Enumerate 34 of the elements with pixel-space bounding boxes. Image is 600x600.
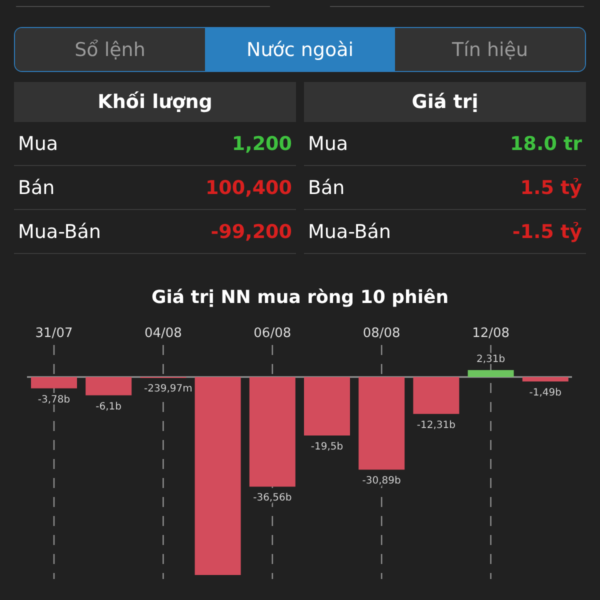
- bar: [468, 370, 514, 377]
- bar: [86, 377, 132, 396]
- bar: [304, 377, 350, 436]
- value-label: -3,78b: [38, 394, 70, 406]
- row-value: -1.5 tỷ: [512, 220, 582, 242]
- axis-label: 06/08: [254, 326, 292, 341]
- row-label: Bán: [308, 176, 345, 198]
- axis-label: 04/08: [144, 326, 182, 341]
- bar: [31, 377, 77, 388]
- tab[interactable]: Nước ngoài: [205, 28, 395, 71]
- row-label: Mua-Bán: [18, 220, 101, 242]
- bar: [413, 377, 460, 414]
- chart-title: Giá trị NN mua ròng 10 phiên: [150, 287, 450, 308]
- axis-label: 31/07: [35, 326, 73, 341]
- value-label: -19,5b: [310, 442, 344, 452]
- row-value: -99,200: [210, 220, 292, 242]
- row-value: 100,400: [205, 176, 292, 198]
- value-label: -12,31b: [416, 420, 456, 431]
- row-label: Bán: [18, 176, 55, 198]
- column-header: Khối lượng: [14, 82, 296, 122]
- bar: [522, 377, 568, 382]
- axis-label: 08/08: [362, 326, 400, 341]
- row-label: Mua: [308, 132, 348, 154]
- row-value: 18.0 tr: [510, 132, 582, 154]
- row-value: 1,200: [232, 132, 292, 154]
- axis-label: 12/08: [472, 326, 510, 341]
- value-label: -36,56b: [253, 492, 292, 504]
- value-label: 2,31b: [476, 354, 506, 366]
- value-label: -6,1b: [96, 401, 122, 412]
- row-label: Mua-Bán: [308, 220, 391, 242]
- row-value: 1.5 tỷ: [520, 176, 582, 198]
- row-label: Mua: [18, 132, 58, 154]
- value-label: -1,49b: [529, 387, 562, 398]
- column-header: Giá trị: [304, 82, 586, 122]
